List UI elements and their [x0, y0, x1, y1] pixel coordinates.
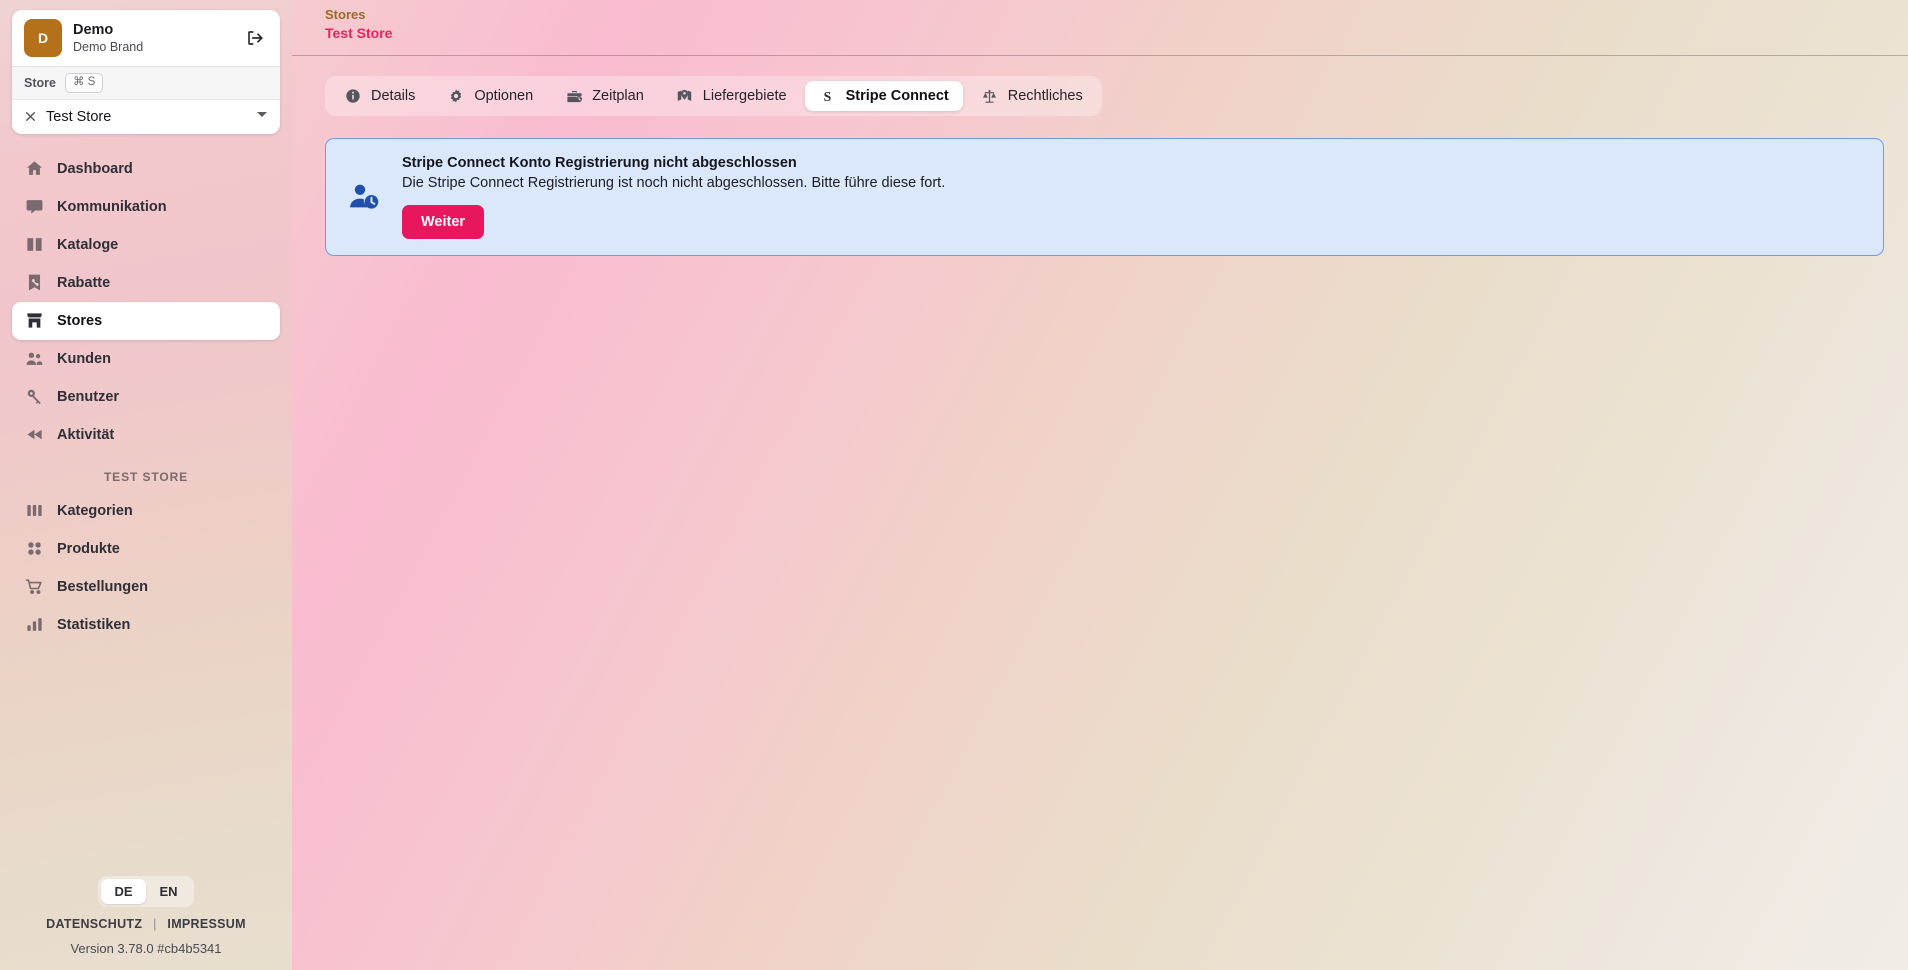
- continue-button[interactable]: Weiter: [402, 205, 484, 239]
- sidebar-item-aktivitaet[interactable]: Aktivität: [12, 416, 280, 454]
- svg-text:S: S: [824, 89, 832, 104]
- tab-rechtliches[interactable]: Rechtliches: [967, 81, 1097, 111]
- tab-label: Liefergebiete: [703, 88, 787, 104]
- rewind-icon: [24, 425, 44, 445]
- sidebar-item-label: Kunden: [57, 351, 111, 367]
- stripe-s-icon: S: [819, 87, 837, 105]
- sidebar-item-kunden[interactable]: Kunden: [12, 340, 280, 378]
- store-shortcut-row: Store ⌘ S: [12, 66, 280, 100]
- key-icon: [24, 387, 44, 407]
- sidebar-item-produkte[interactable]: Produkte: [12, 530, 280, 568]
- info-icon: [344, 87, 362, 105]
- tab-optionen[interactable]: Optionen: [433, 81, 547, 111]
- sidebar-item-label: Kategorien: [57, 503, 133, 519]
- discount-tag-icon: [24, 273, 44, 293]
- tab-details[interactable]: Details: [330, 81, 429, 111]
- content-area: Details Optionen Zeitplan: [292, 56, 1908, 970]
- language-option-en[interactable]: EN: [146, 879, 191, 904]
- brand-name: Demo: [73, 21, 231, 39]
- tab-label: Details: [371, 88, 415, 104]
- breadcrumb-parent[interactable]: Stores: [325, 6, 1908, 24]
- store-selected-value: Test Store: [46, 109, 247, 125]
- sidebar-item-statistiken[interactable]: Statistiken: [12, 606, 280, 644]
- gear-icon: [447, 87, 465, 105]
- user-clock-icon: [348, 155, 382, 239]
- tab-stripe-connect[interactable]: S Stripe Connect: [805, 81, 963, 111]
- bar-chart-icon: [24, 615, 44, 635]
- version-text: Version 3.78.0 #cb4b5341: [0, 941, 292, 956]
- scales-icon: [981, 87, 999, 105]
- sidebar: D Demo Demo Brand Store ⌘ S: [0, 0, 292, 970]
- brand-text: Demo Demo Brand: [73, 21, 231, 56]
- brand-card: D Demo Demo Brand Store ⌘ S: [12, 10, 280, 134]
- sidebar-item-label: Rabatte: [57, 275, 110, 291]
- tab-label: Zeitplan: [592, 88, 644, 104]
- tab-label: Optionen: [474, 88, 533, 104]
- sidebar-item-label: Dashboard: [57, 161, 133, 177]
- store-label: Store: [24, 76, 56, 90]
- briefcase-clock-icon: [565, 87, 583, 105]
- sidebar-item-label: Benutzer: [57, 389, 119, 405]
- page-title: Test Store: [325, 24, 1908, 43]
- tab-label: Rechtliches: [1008, 88, 1083, 104]
- sidebar-item-benutzer[interactable]: Benutzer: [12, 378, 280, 416]
- imprint-link[interactable]: IMPRESSUM: [167, 917, 245, 931]
- tab-label: Stripe Connect: [846, 88, 949, 104]
- brand-subtitle: Demo Brand: [73, 40, 231, 56]
- tab-zeitplan[interactable]: Zeitplan: [551, 81, 658, 111]
- close-icon[interactable]: [24, 110, 37, 123]
- sidebar-item-label: Kataloge: [57, 237, 118, 253]
- sidebar-item-dashboard[interactable]: Dashboard: [12, 150, 280, 188]
- book-icon: [24, 235, 44, 255]
- sidebar-group-title: TEST STORE: [0, 470, 292, 484]
- alert-body: Stripe Connect Konto Registrierung nicht…: [402, 155, 1865, 239]
- tab-bar: Details Optionen Zeitplan: [325, 76, 1102, 116]
- language-option-de[interactable]: DE: [101, 879, 146, 904]
- sidebar-item-label: Bestellungen: [57, 579, 148, 595]
- logout-icon[interactable]: [242, 25, 268, 51]
- main-area: Stores Test Store Details Optionen: [292, 0, 1908, 970]
- brand-header[interactable]: D Demo Demo Brand: [12, 10, 280, 66]
- language-switch: DE EN: [98, 876, 194, 907]
- chat-icon: [24, 197, 44, 217]
- legal-links: DATENSCHUTZ | IMPRESSUM: [0, 917, 292, 931]
- sidebar-item-rabatte[interactable]: Rabatte: [12, 264, 280, 302]
- avatar: D: [24, 19, 62, 57]
- stripe-registration-alert: Stripe Connect Konto Registrierung nicht…: [325, 138, 1884, 256]
- store-selector[interactable]: Test Store: [12, 100, 280, 134]
- sidebar-item-label: Aktivität: [57, 427, 114, 443]
- sidebar-item-label: Stores: [57, 313, 102, 329]
- sidebar-item-bestellungen[interactable]: Bestellungen: [12, 568, 280, 606]
- alert-title: Stripe Connect Konto Registrierung nicht…: [402, 155, 1865, 171]
- sidebar-item-label: Produkte: [57, 541, 120, 557]
- sidebar-item-label: Kommunikation: [57, 199, 167, 215]
- legal-separator: |: [153, 917, 157, 931]
- chevron-down-icon[interactable]: [256, 111, 268, 122]
- alert-description: Die Stripe Connect Registrierung ist noc…: [402, 175, 1865, 191]
- columns-icon: [24, 501, 44, 521]
- sidebar-item-kommunikation[interactable]: Kommunikation: [12, 188, 280, 226]
- store-shortcut-key: ⌘ S: [65, 73, 103, 93]
- grid-dots-icon: [24, 539, 44, 559]
- users-icon: [24, 349, 44, 369]
- store-icon: [24, 311, 44, 331]
- sidebar-footer: DE EN DATENSCHUTZ | IMPRESSUM Version 3.…: [0, 876, 292, 970]
- sidebar-item-label: Statistiken: [57, 617, 130, 633]
- sidebar-item-kategorien[interactable]: Kategorien: [12, 492, 280, 530]
- sidebar-nav: Dashboard Kommunikation Kataloge Rabatte: [0, 150, 292, 876]
- home-icon: [24, 159, 44, 179]
- sidebar-item-kataloge[interactable]: Kataloge: [12, 226, 280, 264]
- cart-icon: [24, 577, 44, 597]
- map-pin-icon: [676, 87, 694, 105]
- tab-liefergebiete[interactable]: Liefergebiete: [662, 81, 801, 111]
- topbar: Stores Test Store: [292, 0, 1908, 56]
- sidebar-item-stores[interactable]: Stores: [12, 302, 280, 340]
- privacy-link[interactable]: DATENSCHUTZ: [46, 917, 142, 931]
- app-root: D Demo Demo Brand Store ⌘ S: [0, 0, 1908, 970]
